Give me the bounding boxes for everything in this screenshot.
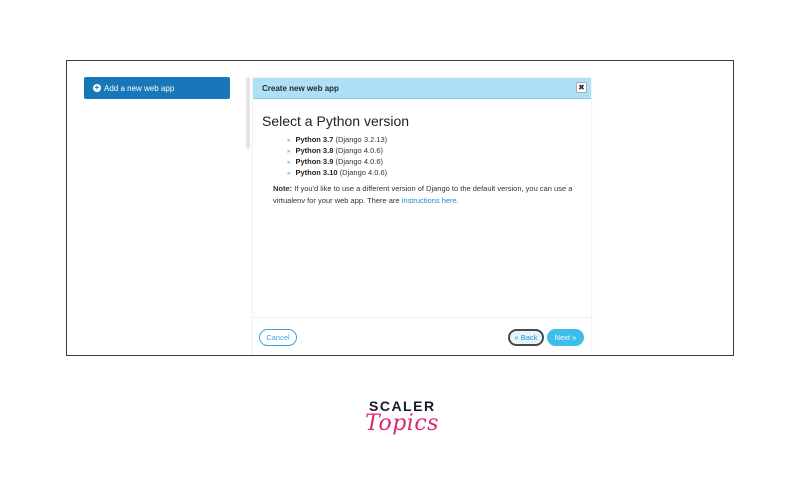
- double-chevron-right-icon: »: [287, 149, 291, 155]
- django-version: (Django 4.0.6): [339, 168, 388, 177]
- add-new-web-app-label: Add a new web app: [104, 83, 175, 93]
- scrollbar[interactable]: [246, 77, 250, 149]
- plus-circle-icon: +: [93, 83, 101, 92]
- note-end: .: [456, 196, 459, 205]
- close-icon[interactable]: ✖: [576, 82, 587, 93]
- list-item: » Python 3.10 (Django 4.0.6): [287, 167, 387, 178]
- django-version: (Django 4.0.6): [335, 157, 383, 166]
- python-version-link[interactable]: Python 3.10: [295, 168, 337, 177]
- dialog-heading: Select a Python version: [262, 113, 410, 129]
- python-version-link[interactable]: Python 3.8: [295, 146, 333, 155]
- django-version: (Django 3.2.13): [335, 135, 388, 144]
- python-version-list: » Python 3.7 (Django 3.2.13) » Python 3.…: [287, 134, 387, 178]
- dialog-header: Create new web app ✖: [253, 78, 591, 99]
- note-text: Note: If you'd like to use a different v…: [273, 183, 573, 207]
- note-label: Note:: [273, 184, 293, 193]
- add-new-web-app-button[interactable]: + Add a new web app: [84, 77, 230, 99]
- cancel-button[interactable]: Cancel: [259, 329, 297, 346]
- next-button[interactable]: Next »: [547, 329, 584, 346]
- double-chevron-right-icon: »: [287, 171, 291, 177]
- dialog-title: Create new web app: [262, 84, 339, 93]
- python-version-link[interactable]: Python 3.7: [295, 135, 333, 144]
- list-item: » Python 3.7 (Django 3.2.13): [287, 134, 387, 145]
- double-chevron-right-icon: »: [287, 138, 291, 144]
- list-item: » Python 3.9 (Django 4.0.6): [287, 156, 387, 167]
- create-web-app-dialog: Create new web app ✖ Select a Python ver…: [253, 78, 591, 355]
- python-version-link[interactable]: Python 3.9: [295, 157, 333, 166]
- back-button[interactable]: « Back: [508, 329, 544, 346]
- double-chevron-right-icon: »: [287, 160, 291, 166]
- list-item: » Python 3.8 (Django 4.0.6): [287, 145, 387, 156]
- logo-topics-text: Topics: [365, 411, 439, 436]
- app-window: + Add a new web app Create new web app ✖…: [66, 60, 734, 356]
- django-version: (Django 4.0.6): [335, 146, 383, 155]
- scaler-topics-logo: SCALER Topics: [360, 396, 442, 456]
- dialog-footer: Cancel « Back Next »: [253, 317, 591, 355]
- instructions-link[interactable]: instructions here: [402, 196, 457, 205]
